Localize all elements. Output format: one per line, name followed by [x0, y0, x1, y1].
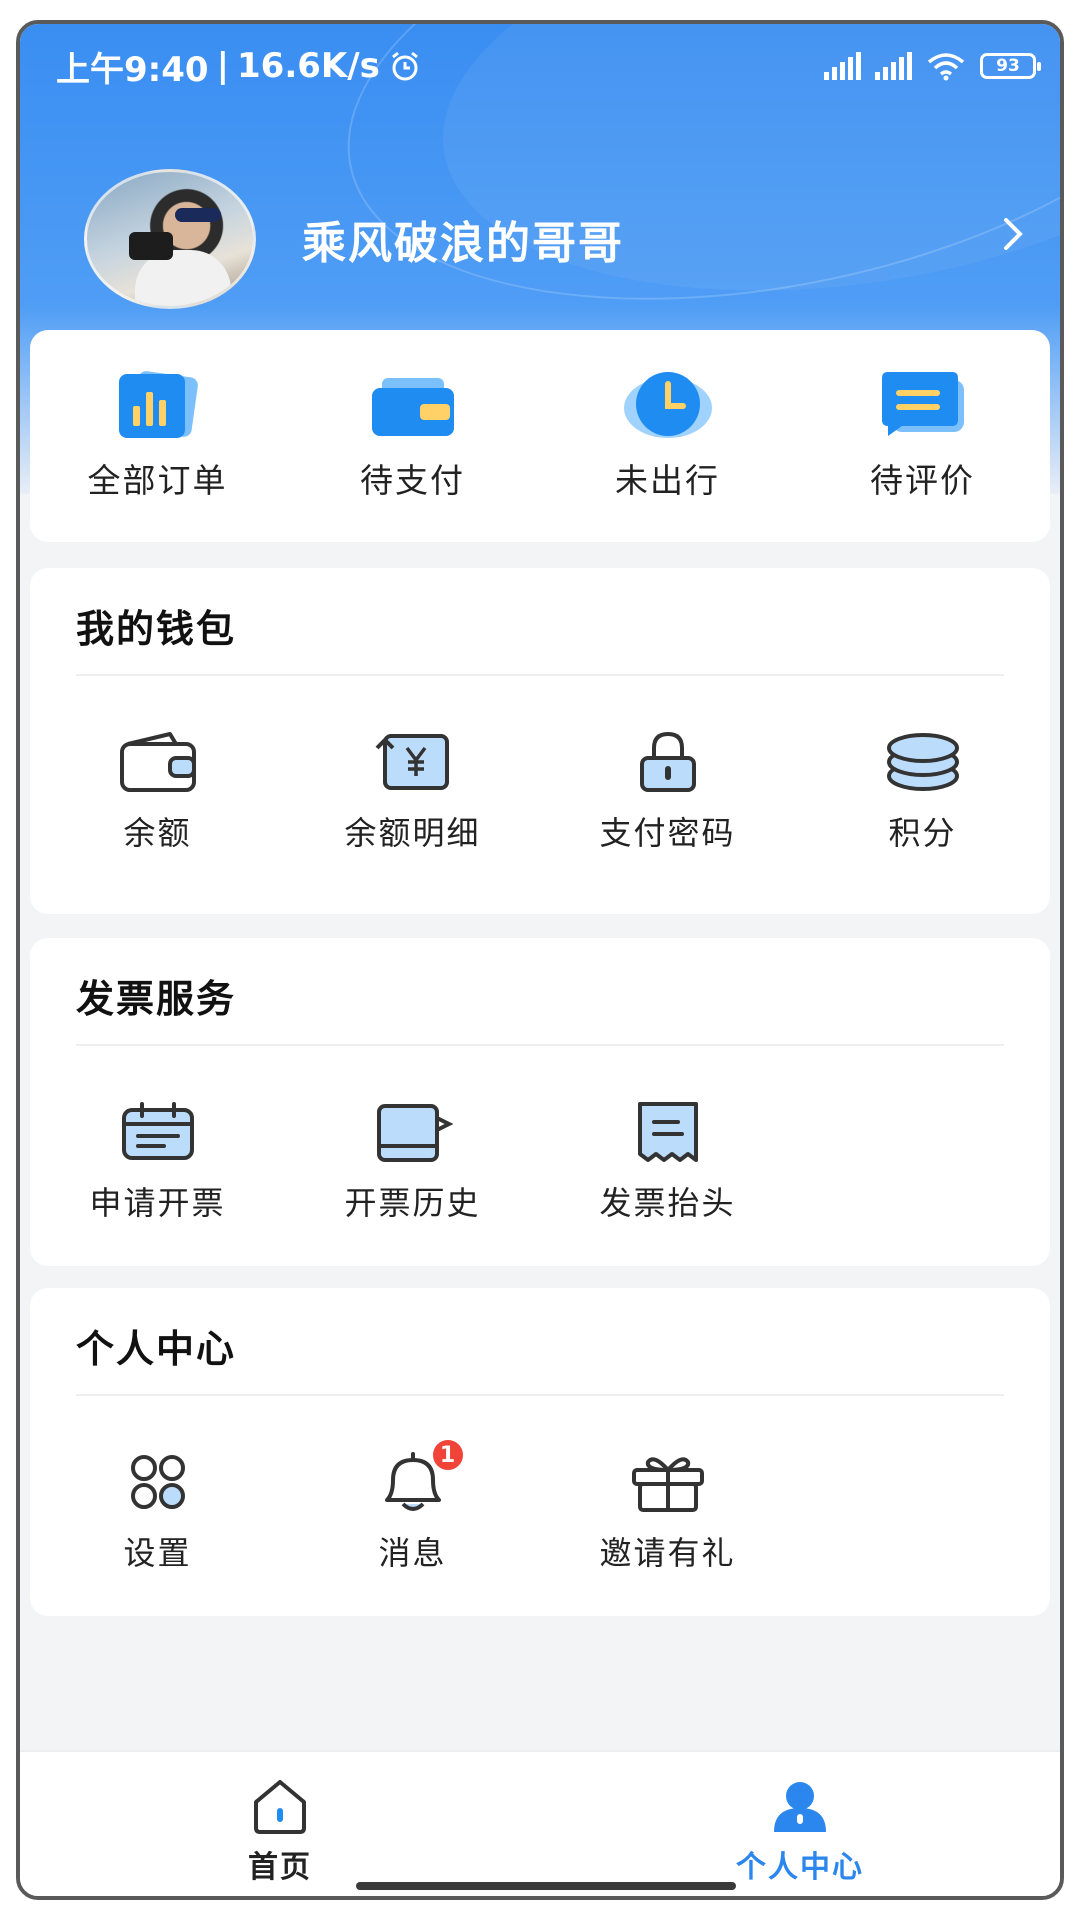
order-chart-icon — [113, 370, 203, 440]
avatar[interactable] — [84, 169, 256, 309]
alarm-icon — [391, 51, 418, 81]
tab-personal-center-label: 个人中心 — [736, 1850, 864, 1885]
battery-icon: 93 — [980, 53, 1041, 79]
personal-center-card: 个人中心 设置 1 消息 邀请有礼 — [30, 1288, 1050, 1616]
order-all[interactable]: 全部订单 — [30, 370, 285, 502]
invoice-title: 发票服务 — [76, 977, 237, 1021]
lock-icon — [628, 730, 708, 794]
wallet-balance-label: 余额 — [123, 814, 192, 852]
user-icon — [770, 1778, 830, 1834]
order-upcoming[interactable]: 未出行 — [540, 370, 795, 502]
clock-icon — [623, 370, 713, 440]
tab-home-label: 首页 — [248, 1850, 312, 1885]
order-pending-pay-label: 待支付 — [360, 461, 465, 500]
personal-invite-label: 邀请有礼 — [599, 1534, 736, 1572]
orders-card: 全部订单 待支付 未出行 待评价 — [30, 330, 1050, 542]
signal-icon — [824, 52, 861, 80]
invoice-title-header[interactable]: 发票抬头 — [540, 1100, 795, 1224]
wallet-card: 我的钱包 余额 余额明细 支付密码 积分 — [30, 568, 1050, 914]
phone-screen: 上午9:40 | 16.6K/s 93 乘风破浪的哥哥 全部订单 待支付 未出行… — [16, 20, 1064, 1900]
wallet-balance-detail-label: 余额明细 — [344, 814, 481, 852]
wallet-balance-detail[interactable]: 余额明细 — [285, 730, 540, 854]
wifi-icon — [927, 53, 965, 81]
invoice-apply[interactable]: 申请开票 — [30, 1100, 285, 1224]
status-time: 上午9:40 — [56, 49, 209, 90]
home-icon — [250, 1778, 310, 1834]
wallet-points-label: 积分 — [888, 814, 957, 852]
invoice-title-header-label: 发票抬头 — [599, 1184, 736, 1222]
order-pending-pay[interactable]: 待支付 — [285, 370, 540, 502]
yuan-refresh-icon — [373, 730, 453, 794]
comment-icon — [878, 370, 968, 440]
signal-icon-2 — [875, 52, 912, 80]
message-badge: 1 — [430, 1438, 465, 1472]
username: 乘风破浪的哥哥 — [302, 218, 624, 269]
history-icon — [373, 1100, 453, 1164]
invoice-history[interactable]: 开票历史 — [285, 1100, 540, 1224]
bell-icon: 1 — [373, 1438, 465, 1514]
wallet-points[interactable]: 积分 — [795, 730, 1050, 854]
personal-messages[interactable]: 1 消息 — [285, 1438, 540, 1574]
invoice-apply-icon — [118, 1100, 198, 1164]
wallet-pay-password-label: 支付密码 — [599, 814, 736, 852]
wallet-icon — [118, 730, 198, 794]
profile-row[interactable]: 乘风破浪的哥哥 — [84, 164, 1034, 314]
receipt-icon — [628, 1100, 708, 1164]
personal-messages-label: 消息 — [378, 1534, 447, 1572]
wallet-balance[interactable]: 余额 — [30, 730, 285, 854]
order-to-review-label: 待评价 — [870, 461, 975, 500]
invoice-card: 发票服务 申请开票 开票历史 发票抬头 — [30, 938, 1050, 1266]
wallet-pay-password[interactable]: 支付密码 — [540, 730, 795, 854]
gift-icon — [628, 1450, 708, 1514]
status-bar: 上午9:40 | 16.6K/s 93 — [56, 40, 1041, 92]
battery-level: 93 — [996, 56, 1020, 76]
order-all-label: 全部订单 — [87, 461, 228, 500]
bottom-tab-bar: 首页 个人中心 — [20, 1750, 1060, 1896]
wallet-card-icon — [368, 370, 458, 440]
invoice-apply-label: 申请开票 — [89, 1184, 226, 1222]
order-to-review[interactable]: 待评价 — [795, 370, 1050, 502]
personal-settings[interactable]: 设置 — [30, 1450, 285, 1574]
settings-grid-icon — [118, 1450, 198, 1514]
personal-title: 个人中心 — [76, 1327, 237, 1371]
network-speed: 16.6K/s — [237, 46, 380, 86]
coins-icon — [883, 730, 963, 794]
home-indicator — [356, 1882, 736, 1890]
invoice-history-label: 开票历史 — [344, 1184, 481, 1222]
tab-personal-center[interactable]: 个人中心 — [540, 1752, 1060, 1896]
personal-invite[interactable]: 邀请有礼 — [540, 1450, 795, 1574]
personal-settings-label: 设置 — [123, 1534, 192, 1572]
chevron-right-icon[interactable] — [994, 214, 1034, 264]
order-upcoming-label: 未出行 — [615, 461, 720, 500]
wallet-title: 我的钱包 — [76, 607, 237, 651]
tab-home[interactable]: 首页 — [20, 1752, 540, 1896]
